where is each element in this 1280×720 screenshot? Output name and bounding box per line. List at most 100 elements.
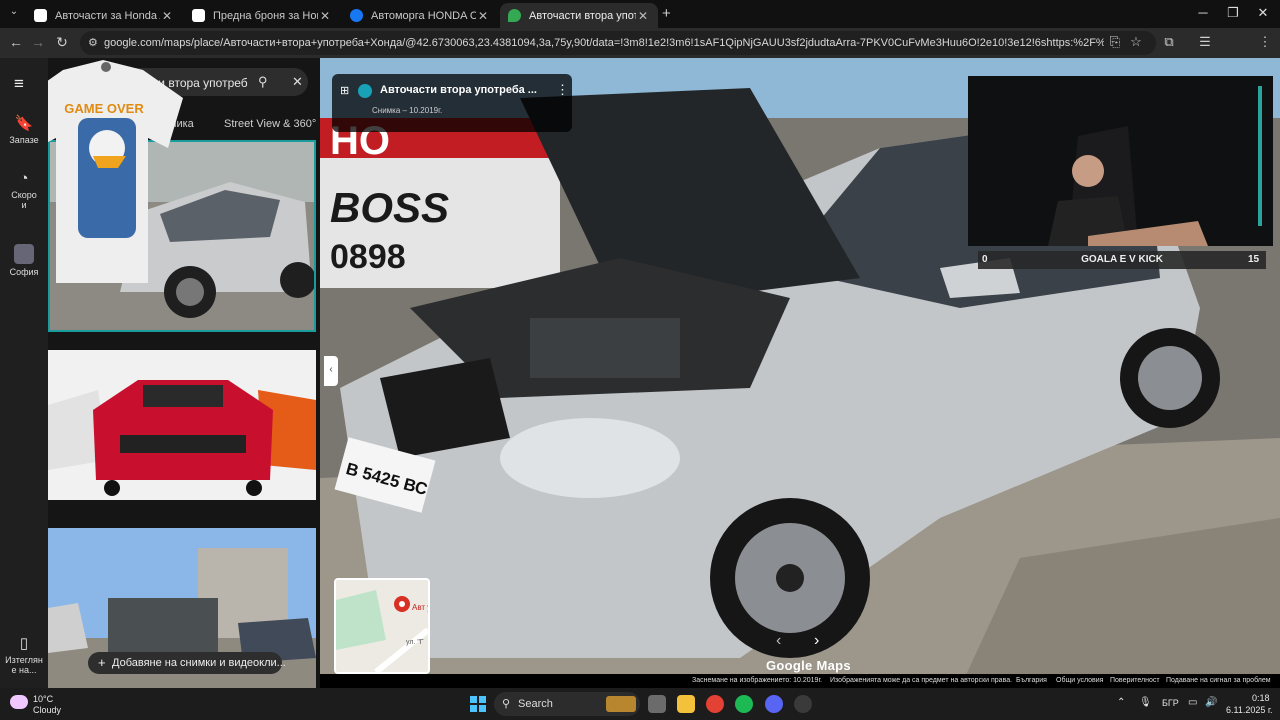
windows-taskbar: 10°C Cloudy ⚲ Search ⌃ 🎙 БГР ▭ 🔊 0:18 6.… — [0, 688, 1280, 720]
scoreboard: 0 GOALA E V KICK 15 — [978, 251, 1266, 269]
add-photos-button[interactable]: + Добавяне на снимки и видеокли... — [88, 652, 286, 674]
search-icon: ⚲ — [502, 698, 511, 710]
start-button-icon[interactable] — [470, 696, 486, 712]
plus-icon: + — [98, 655, 106, 670]
rail-item-download[interactable]: ▯ Изтеглян е на... — [0, 634, 48, 675]
input-language[interactable]: БГР — [1162, 698, 1179, 708]
tab-favicon-icon — [34, 9, 47, 22]
clock-date[interactable]: 6.11.2025 г. — [1226, 705, 1273, 715]
phone-icon: ▯ — [19, 635, 29, 652]
back-button[interactable]: ← — [6, 34, 26, 50]
banner-text-phone: 0898 — [330, 238, 406, 276]
browser-toolbar: ← → ↻ ⚙ google.com/maps/place/Авточасти+… — [0, 28, 1280, 76]
minimap-graphic: Авт упо ул. "Г — [336, 580, 428, 672]
microphone-icon[interactable]: 🎙 — [1139, 697, 1152, 708]
minimap-street: ул. "Г — [406, 639, 424, 646]
close-window-button[interactable]: ✕ — [1248, 5, 1278, 21]
forward-button[interactable]: → — [28, 34, 48, 50]
next-photo-arrow-icon[interactable]: › — [814, 632, 819, 650]
maximize-button[interactable]: ❐ — [1218, 5, 1248, 21]
search-icon[interactable]: ⚲ — [258, 74, 268, 90]
footer-privacy-link[interactable]: Поверителност — [1110, 677, 1160, 684]
chrome-icon[interactable] — [706, 695, 724, 713]
rail-item-saved[interactable]: 🔖 Запазе — [0, 114, 48, 145]
extensions-icon[interactable]: ⧉ — [1160, 34, 1178, 50]
minimize-button[interactable]: ─ — [1188, 5, 1218, 20]
reload-button[interactable]: ↻ — [52, 34, 72, 51]
footer-country[interactable]: България — [1016, 677, 1047, 684]
clock-time[interactable]: 0:18 — [1252, 693, 1270, 703]
tab-close-icon[interactable]: ✕ — [636, 9, 650, 23]
footer-report-link[interactable]: Подаване на сигнал за проблем — [1166, 677, 1271, 684]
honda-lineup-thumbnail — [48, 350, 316, 500]
taskbar-search-box[interactable]: ⚲ Search — [494, 692, 640, 716]
url-text: google.com/maps/place/Авточасти+втора+уп… — [104, 37, 1104, 49]
webcam-feed — [968, 76, 1273, 246]
rail-label: Запазе — [9, 135, 39, 145]
taskbar-search-label: Search — [518, 698, 553, 710]
browser-tab-4-active[interactable]: Авточасти втора употреба Хо ✕ — [500, 3, 658, 28]
score-right: 15 — [1248, 254, 1260, 265]
facebook-icon — [350, 9, 363, 22]
close-icon[interactable]: ✕ — [292, 74, 303, 90]
bookmark-star-icon[interactable]: ☆ — [1127, 34, 1145, 50]
more-menu-icon[interactable]: ⋮ — [1256, 34, 1274, 50]
tab-title: Авточасти втора употреба Хо — [529, 9, 636, 22]
score-title: GOALA E V KICK — [1081, 254, 1163, 265]
photo-thumbnail-honda-lineup[interactable] — [48, 350, 316, 500]
rail-item-sofia[interactable]: София — [0, 244, 48, 277]
browser-tab-3[interactable]: Автоморга HONDA София/ Бу ✕ — [342, 3, 498, 28]
tab-street-view[interactable]: Street View & 360° — [224, 118, 316, 130]
tab-title: Предна броня за Honda Accord — [213, 9, 318, 22]
tab-title: Авточасти за Honda Accord VI — [55, 9, 160, 22]
poster-avatar — [358, 84, 372, 98]
rail-item-recent[interactable]: ◔ Скоро и — [0, 170, 48, 210]
network-icon[interactable]: ▭ — [1188, 697, 1197, 708]
address-bar[interactable]: ⚙ google.com/maps/place/Авточасти+втора+… — [80, 31, 1156, 55]
tab-close-icon[interactable]: ✕ — [160, 9, 174, 23]
tab-title: Автоморга HONDA София/ Бу — [371, 9, 476, 22]
maps-pin-icon — [508, 9, 521, 22]
weather-icon[interactable] — [10, 695, 28, 709]
tab-close-icon[interactable]: ✕ — [476, 9, 490, 23]
add-photos-label: Добавяне на снимки и видеокли... — [112, 657, 286, 669]
browser-tab-1[interactable]: Авточасти за Honda Accord VI ✕ — [26, 3, 182, 28]
rail-label: София — [9, 267, 39, 277]
tray-chevron-icon[interactable]: ⌃ — [1117, 697, 1125, 708]
task-view-icon[interactable] — [648, 695, 666, 713]
rail-label: Скоро и — [11, 190, 37, 210]
more-options-icon[interactable]: ⋮ — [556, 82, 569, 98]
photo-info-card: ⊞ Авточасти втора употреба ... ⋮ Снимка … — [332, 74, 572, 132]
footer-capture-date: Заснемане на изображението: 10.2019г. — [692, 677, 823, 684]
google-maps-logo: Google Maps — [766, 658, 851, 673]
site-info-icon[interactable]: ⚙ — [88, 36, 98, 49]
hamburger-menu-icon[interactable]: ≡ — [14, 74, 24, 94]
obs-icon[interactable] — [794, 695, 812, 713]
rail-label: Изтеглян е на... — [5, 655, 43, 675]
photo-place-name[interactable]: Авточасти втора употреба ... — [380, 84, 537, 96]
tab-favicon-icon — [192, 9, 205, 22]
weather-desc[interactable]: Cloudy — [33, 705, 61, 715]
maps-footer: Заснемане на изображението: 10.2019г. Из… — [320, 674, 1280, 688]
volume-icon[interactable]: 🔊 — [1205, 697, 1217, 708]
tab-search-chevron-icon[interactable]: ⌄ — [6, 6, 22, 22]
minimap[interactable]: Авт упо ул. "Г — [334, 578, 430, 674]
prev-photo-arrow-icon[interactable]: ‹ — [776, 632, 781, 650]
game-over-shirt-overlay: GAME OVER — [48, 60, 183, 283]
discord-icon[interactable] — [765, 695, 783, 713]
footer-copyright: Изображенията може да са предмет на авто… — [830, 677, 1013, 684]
history-icon: ◔ — [19, 170, 29, 187]
maps-side-panel: ← Авточасти втора употреб ⚲ ✕ ственика S… — [48, 58, 320, 688]
reading-list-icon[interactable]: ☰ — [1196, 34, 1214, 50]
collapse-panel-button[interactable]: ‹ — [324, 356, 338, 386]
browser-tab-2[interactable]: Предна броня за Honda Accord ✕ — [184, 3, 340, 28]
file-explorer-icon[interactable] — [677, 695, 695, 713]
tab-close-icon[interactable]: ✕ — [318, 9, 332, 23]
place-thumbnail-icon — [14, 244, 34, 264]
spotify-icon[interactable] — [735, 695, 753, 713]
new-tab-button[interactable]: + — [662, 5, 671, 22]
footer-terms-link[interactable]: Общи условия — [1056, 677, 1103, 684]
install-app-icon[interactable]: ⎘ — [1106, 34, 1124, 50]
weather-temp[interactable]: 10°C — [33, 694, 53, 704]
layers-icon[interactable]: ⊞ — [340, 84, 349, 97]
